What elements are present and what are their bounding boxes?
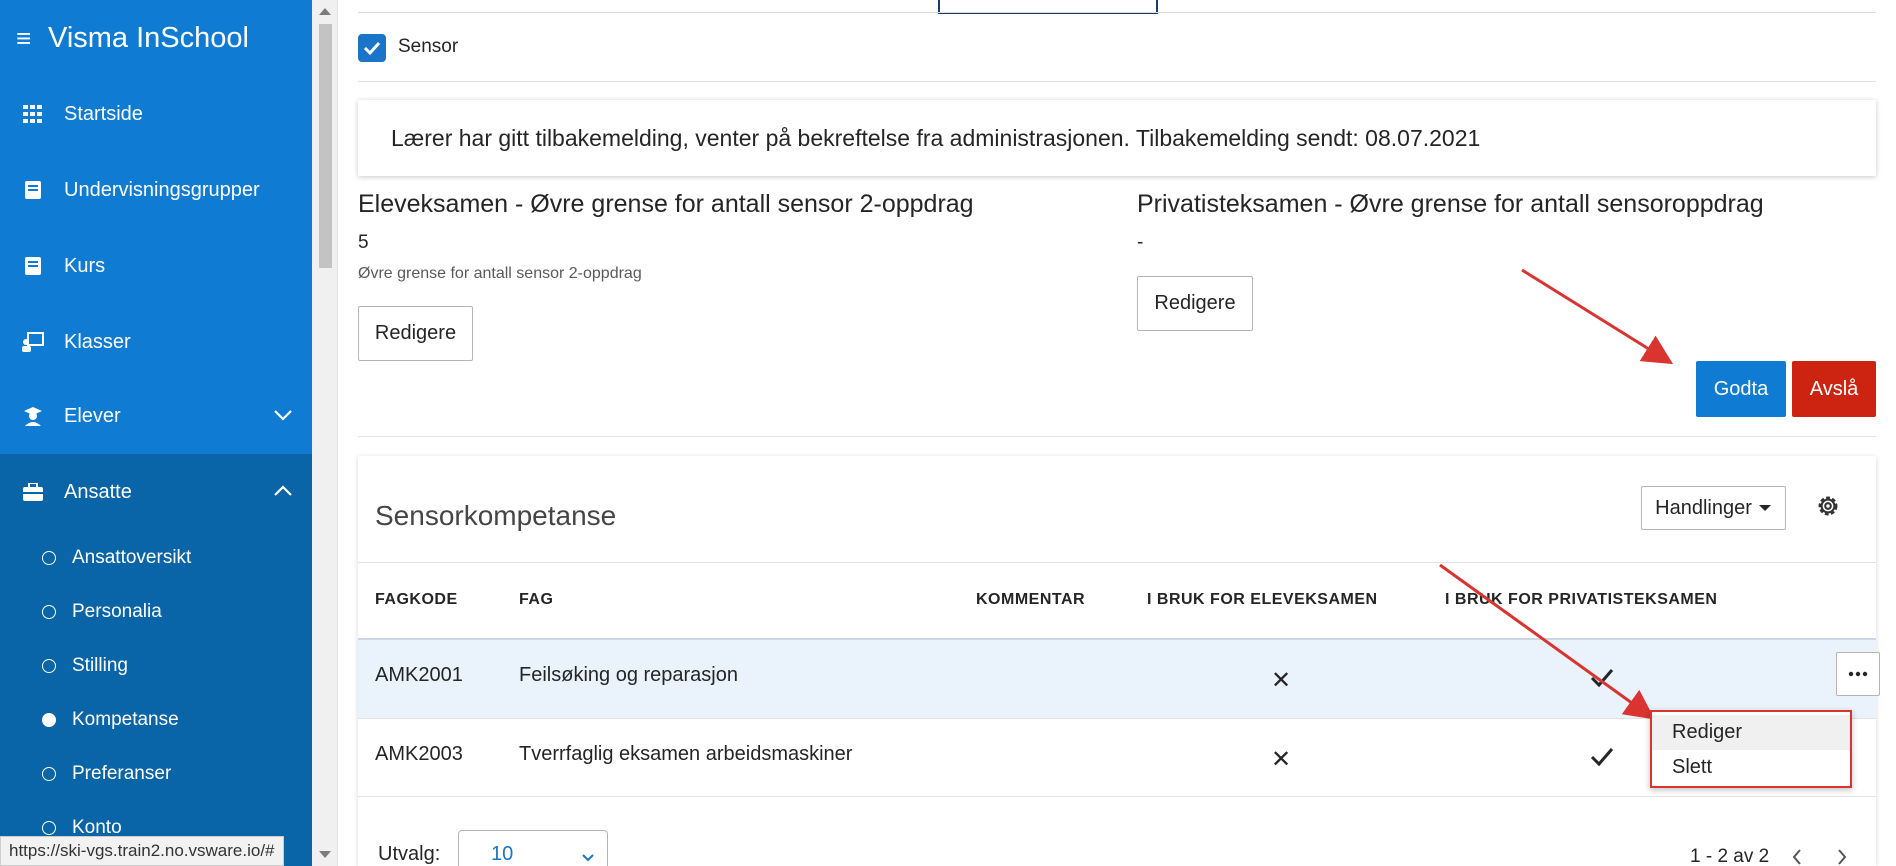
- status-bar-url: https://ski-vgs.train2.no.vsware.io/#: [0, 836, 284, 866]
- row-actions-menu: Rediger Slett: [1650, 710, 1852, 788]
- chevron-down-icon: [582, 854, 594, 862]
- chevron-left-icon[interactable]: [1791, 848, 1803, 866]
- annotation-arrow: [1439, 563, 1655, 720]
- annotation-arrow: [1521, 268, 1674, 365]
- menu-item-slett[interactable]: Slett: [1652, 750, 1850, 785]
- page-size-select[interactable]: 10: [458, 830, 608, 866]
- chevron-right-icon[interactable]: [1836, 848, 1848, 866]
- annotation-overlay: [1439, 268, 1674, 720]
- pagination: 1 - 2 av 2: [1690, 846, 1848, 866]
- utval-label: Utvalg:: [378, 843, 441, 865]
- menu-item-rediger[interactable]: Rediger: [1652, 715, 1850, 750]
- pager-text: 1 - 2 av 2: [1690, 846, 1770, 866]
- page-size-value: 10: [491, 843, 514, 865]
